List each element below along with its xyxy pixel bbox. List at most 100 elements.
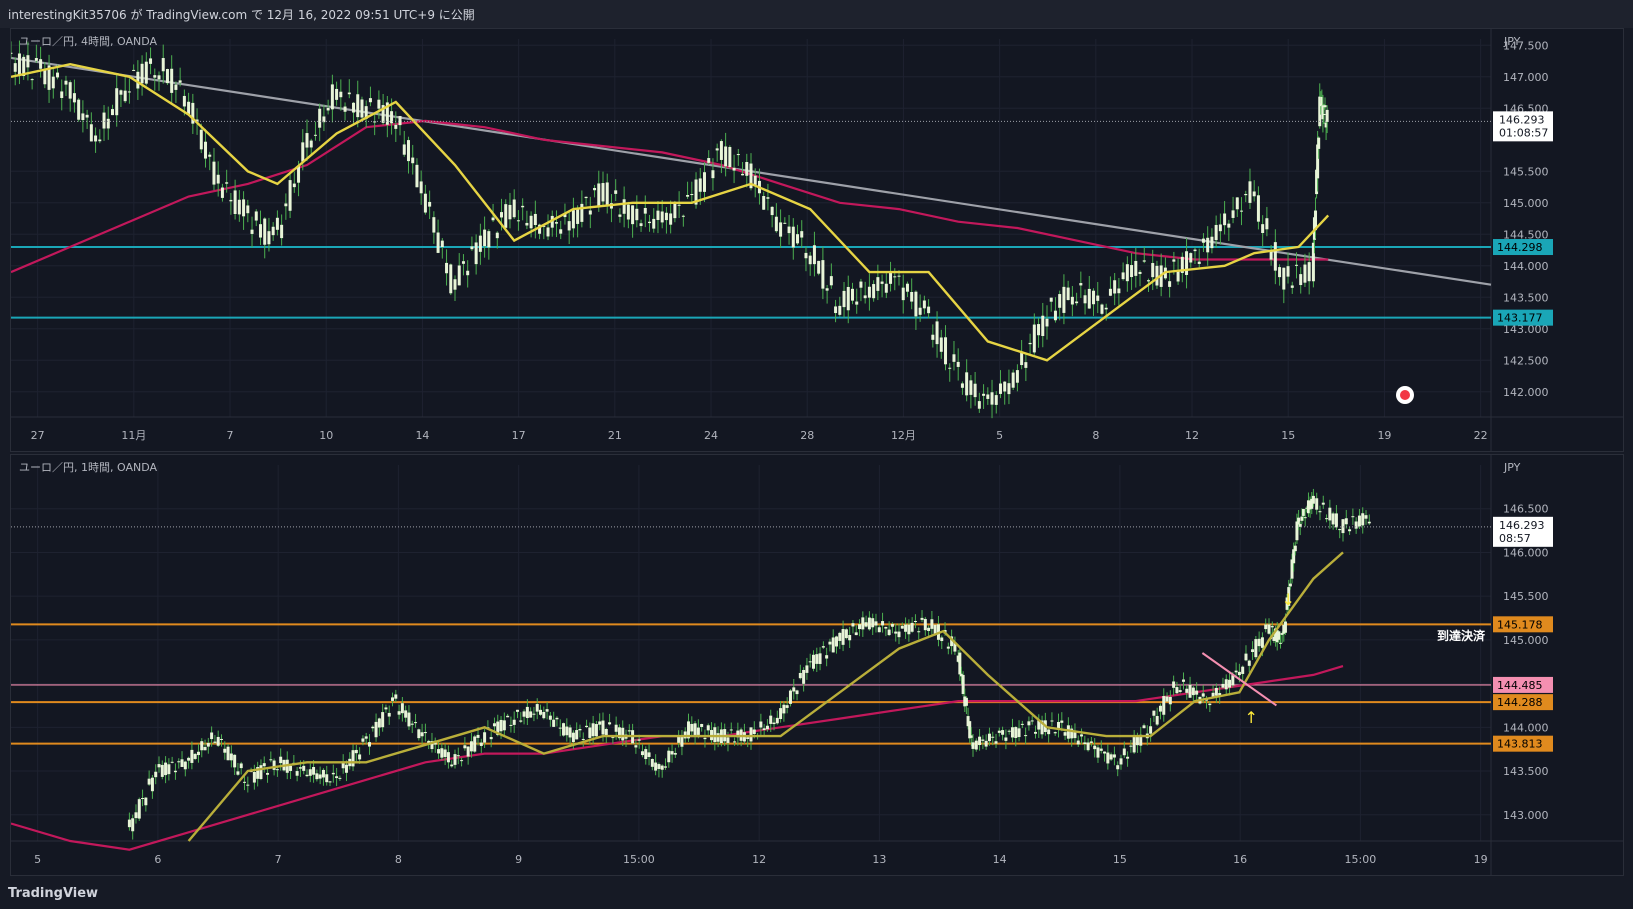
c4h-candle-body [178,80,182,83]
c4h-y-tick-1: 147.000 [1503,71,1549,84]
c1h-candle-body [779,708,783,720]
c1h-candle-body [164,762,168,776]
c1h-candle-body [377,718,381,728]
annotation-text: 到達決済 [1437,628,1486,643]
c1h-candle-body [1080,734,1084,737]
c1h-candle-body [1142,725,1146,729]
c4h-candle-body [690,194,694,196]
c4h-candle-body [1142,260,1146,262]
c1h-candle-body [904,624,908,632]
c1h-candle-body [1344,518,1348,525]
c1h-candle-body [1224,679,1228,690]
c1h-candle-body [233,754,237,768]
c1h-x-tick-2: 7 [275,853,282,866]
c1h-candle-body [1076,740,1080,745]
c1h-candle-body [961,674,965,694]
c4h-candle-body [664,212,668,221]
c4h-candle-body [335,88,339,100]
c1h-candle-body [1014,727,1018,738]
c4h-candle-body [931,334,935,340]
c1h-candle-body [1231,675,1235,686]
c4h-candle-body [1273,242,1277,271]
c1h-candle-body [851,623,855,627]
c4h-candle-body [1100,304,1104,314]
c1h-candle-body [647,752,651,757]
c1h-candle-body [1020,723,1024,725]
c4h-candle-body [1121,272,1125,280]
c4h-candle-body [762,196,766,210]
c4h-candle-body [466,270,470,276]
c4h-candle-body [1062,286,1066,313]
c1h-candle-body [542,711,546,719]
c1h-candle-body [673,753,677,755]
c1h-candle-body [463,745,467,749]
c1h-candle-body [548,715,552,720]
c4h-candle-body [1176,270,1180,282]
c4h-candle-body [698,178,702,192]
c1h-y-tick-2: 145.500 [1503,590,1549,603]
c1h-candle-body [854,632,858,636]
c4h-candle-body [182,95,186,107]
c4h-candle-body [889,271,893,284]
c1h-level-143813-label: 143.813 [1497,738,1543,751]
c1h-level-144288-label: 144.288 [1497,696,1543,709]
c1h-candle-body [1328,507,1332,521]
c4h-candle-body [1015,370,1019,383]
c1h-candle-body [591,723,595,737]
c4h-candle-body [648,221,652,224]
c1h-candle-body [423,732,427,734]
c1h-candle-body [335,776,339,779]
c4h-candle-body [140,63,144,84]
c1h-candle-body [562,723,566,736]
c1h-candle-body [1303,517,1307,519]
c1h-candle-body [1063,732,1067,736]
c4h-candle-body [1070,296,1074,305]
c4h-candle-body [1261,224,1265,233]
c1h-candle-body [410,723,414,725]
c1h-candle-body [170,761,174,763]
c4h-candle-body [677,204,681,206]
c4h-candle-body [969,380,973,395]
c4h-candle-body [554,222,558,224]
c1h-x-tick-10: 16 [1233,853,1247,866]
c1h-candle-body [640,751,644,756]
c1h-currency: JPY [1503,461,1521,474]
c1h-candle-body [200,741,204,751]
c4h-candle-body [546,227,550,237]
c1h-candle-body [331,772,335,775]
c1h-candle-body [1165,696,1169,702]
c1h-candle-body [1188,684,1192,698]
c4h-candle-body [622,199,626,214]
c4h-candle-body [1041,315,1045,337]
c4h-x-tick-8: 28 [800,429,814,442]
c4h-candle-body [288,180,292,211]
c1h-candle-body [660,765,664,770]
c1h-candle-body [213,741,217,743]
c4h-candle-body [153,75,157,78]
c4h-candle-body [1172,259,1176,262]
c1h-price-value: 146.293 [1499,519,1545,532]
c4h-candle-body [1240,210,1244,212]
c4h-candle-body [1087,288,1091,309]
c4h-candle-body [491,217,495,221]
c1h-candle-body [913,621,917,623]
c1h-candle-body [150,777,154,792]
c1h-candle-body [910,622,914,632]
c1h-candle-body [502,720,506,731]
chart-1h-panel[interactable]: 146.500146.000145.500145.000144.500144.0… [10,454,1624,876]
c1h-candle-body [1341,519,1345,534]
c4h-candle-body [170,68,174,93]
chart-4h-panel[interactable]: 147.500 147.000 146.500 145.500 145.000 144.5… [9,28,1624,452]
c1h-candle-body [417,729,421,739]
c4h-candle-body [309,140,313,148]
c4h-candle-body [449,264,453,294]
c1h-candle-body [443,749,447,757]
c4h-candle-body [377,99,381,109]
c1h-candle-body [440,748,444,758]
c1h-candle-body [696,727,700,735]
c1h-candle-body [1178,690,1182,692]
c4h-candle-body [732,167,736,171]
c4h-candle-body [1227,223,1231,228]
c1h-candle-body [193,753,197,759]
c4h-candle-body [576,209,580,224]
